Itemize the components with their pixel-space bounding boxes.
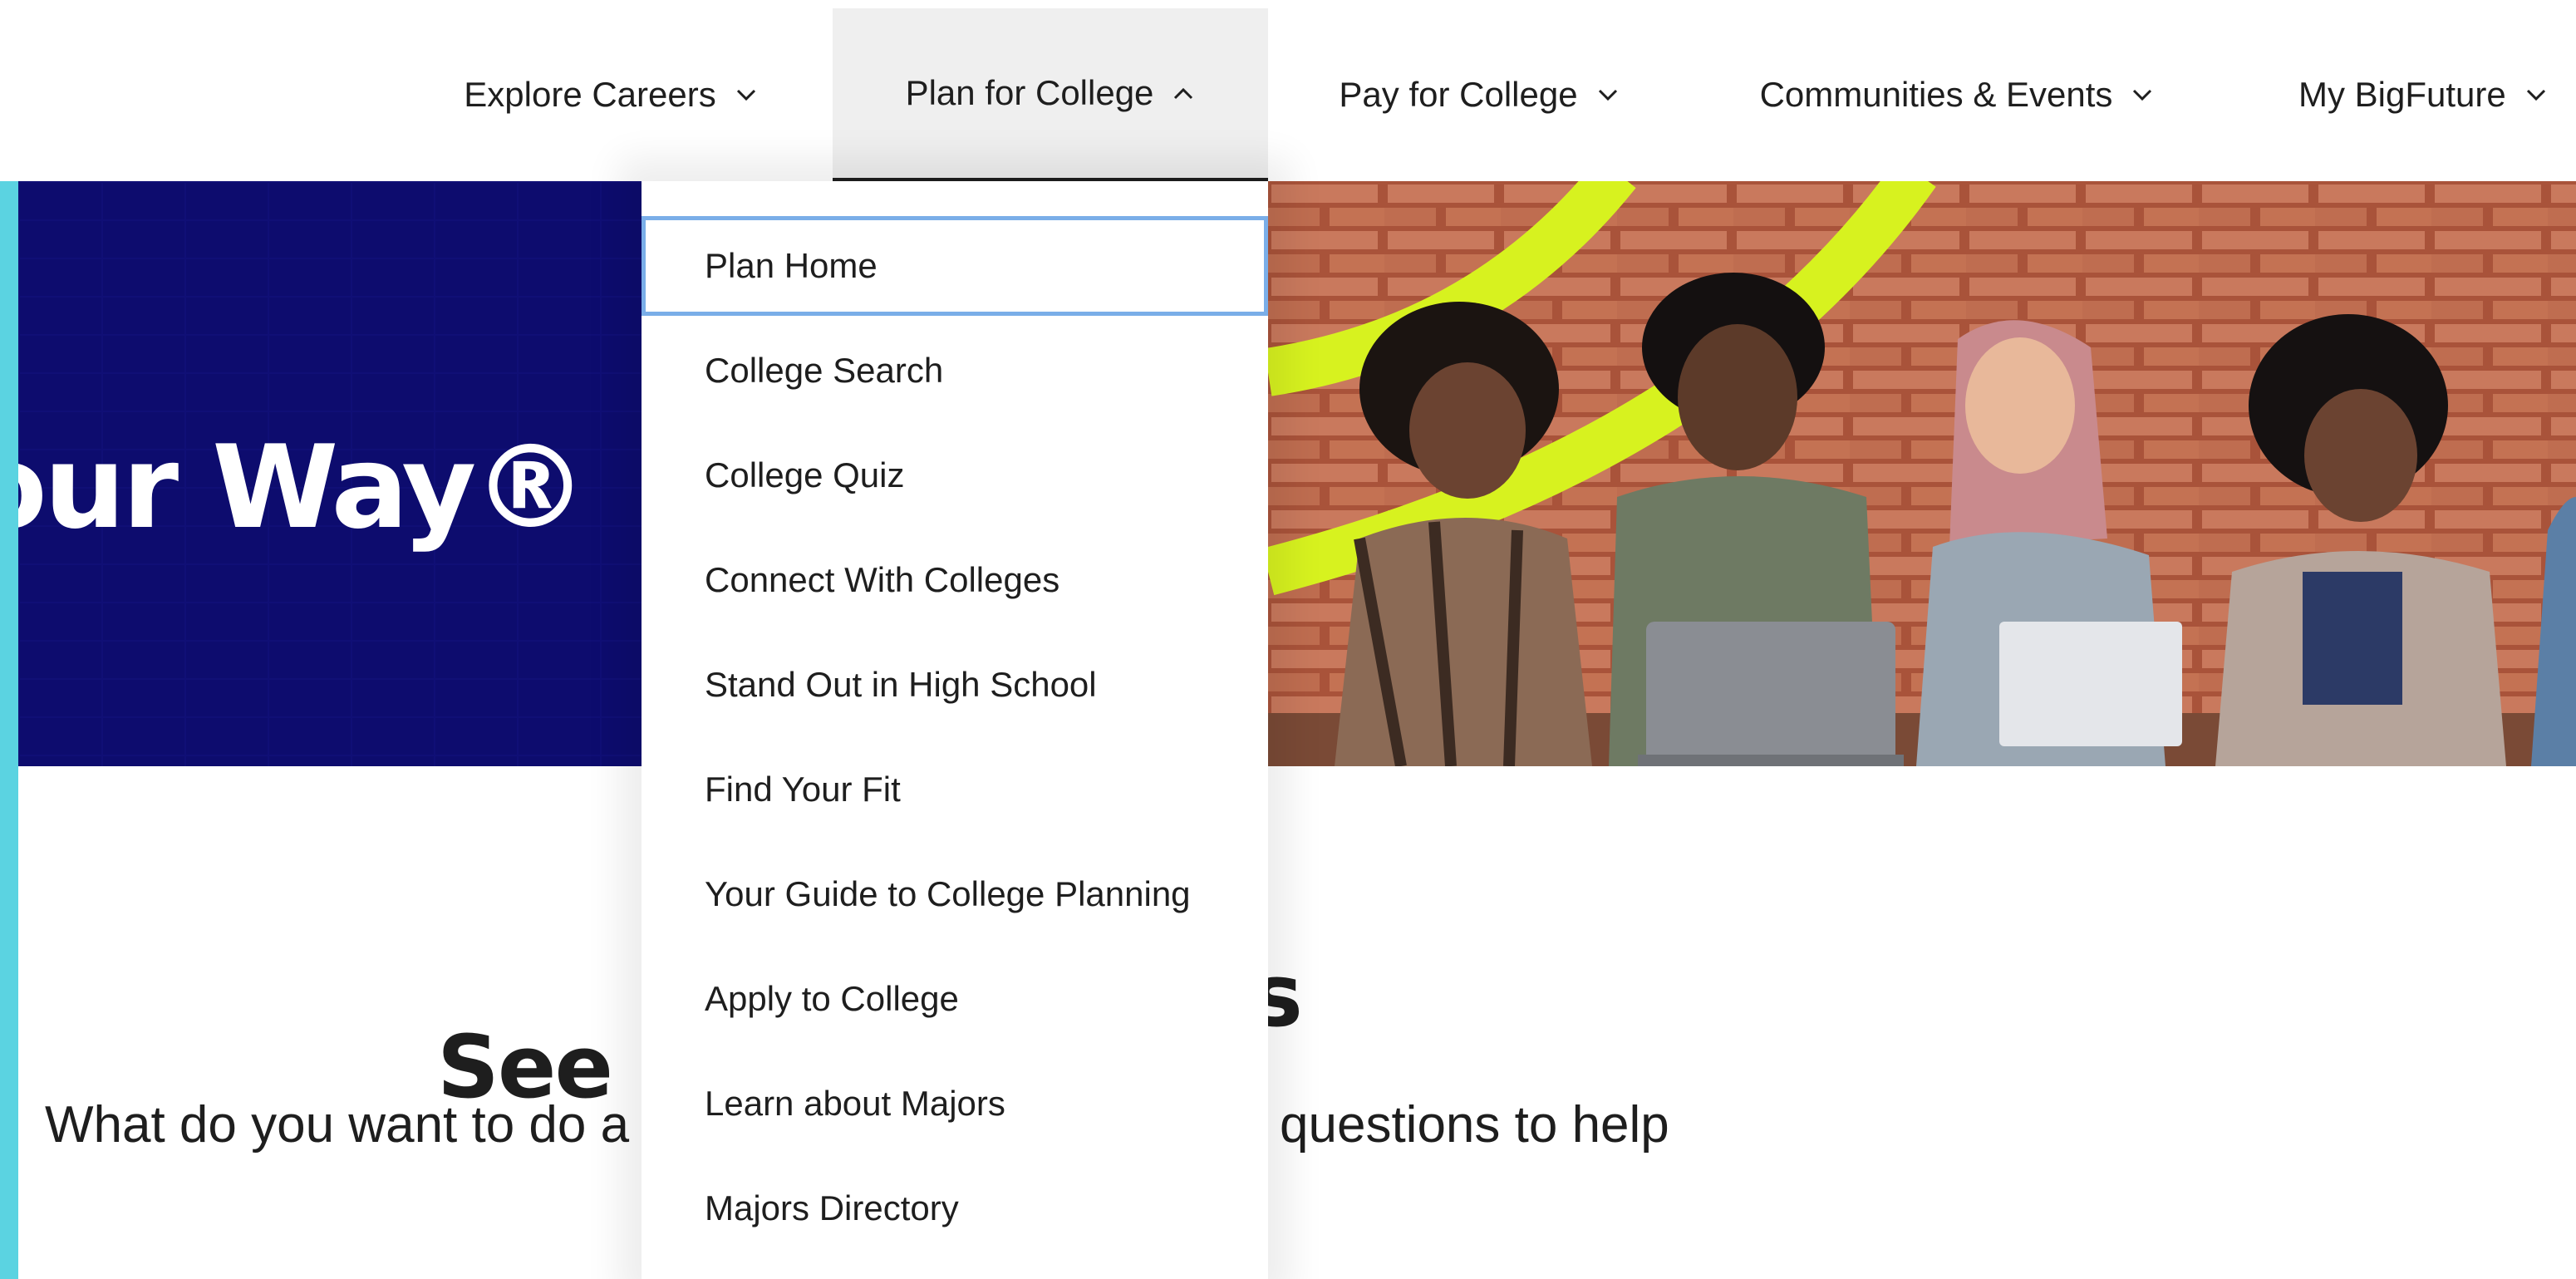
nav-label: Plan for College — [905, 73, 1154, 112]
nav-label: Pay for College — [1339, 75, 1578, 114]
chevron-down-icon — [2131, 83, 2154, 106]
nav-label: My BigFuture — [2298, 75, 2506, 114]
section-subtitle-end: questions to help — [1280, 1096, 1669, 1154]
hero-banner: our Way® — [18, 181, 650, 766]
nav-explore-careers[interactable]: Explore Careers — [432, 8, 789, 181]
chevron-down-icon — [735, 83, 758, 106]
nav-pay-for-college[interactable]: Pay for College — [1296, 8, 1662, 181]
menu-item-find-your-fit[interactable]: Find Your Fit — [642, 740, 1268, 839]
hero-photo — [1268, 181, 2576, 766]
nav-my-bigfuture[interactable]: My BigFuture — [2260, 8, 2576, 181]
chevron-down-icon — [2524, 83, 2548, 106]
section-subtitle: What do you want to do a — [45, 1096, 630, 1154]
menu-item-majors-directory[interactable]: Majors Directory — [642, 1158, 1268, 1258]
students-illustration — [1268, 181, 2576, 766]
nav-label: Communities & Events — [1759, 75, 2113, 114]
menu-item-plan-home[interactable]: Plan Home — [642, 216, 1268, 316]
menu-item-stand-out-in-high-school[interactable]: Stand Out in High School — [642, 635, 1268, 735]
hero-headline: our Way® — [18, 421, 587, 554]
chevron-up-icon — [1172, 81, 1195, 105]
menu-item-apply-to-college[interactable]: Apply to College — [642, 949, 1268, 1049]
main-nav: Explore Careers Plan for College Pay for… — [0, 0, 2576, 181]
chevron-down-icon — [1596, 83, 1620, 106]
menu-item-connect-with-colleges[interactable]: Connect With Colleges — [642, 530, 1268, 630]
menu-item-college-quiz[interactable]: College Quiz — [642, 426, 1268, 525]
plan-for-college-dropdown: Plan Home College Search College Quiz Co… — [642, 181, 1268, 1279]
menu-item-guide-to-college-planning[interactable]: Your Guide to College Planning — [642, 844, 1268, 944]
nav-plan-for-college[interactable]: Plan for College — [833, 8, 1268, 181]
menu-item-learn-about-majors[interactable]: Learn about Majors — [642, 1054, 1268, 1154]
accent-bar — [0, 146, 18, 1279]
nav-label: Explore Careers — [464, 75, 716, 114]
nav-communities-events[interactable]: Communities & Events — [1712, 8, 2202, 181]
menu-item-college-search[interactable]: College Search — [642, 321, 1268, 421]
